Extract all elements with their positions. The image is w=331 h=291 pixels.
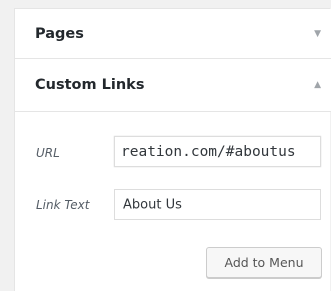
custom-links-section-title: Custom Links — [35, 77, 145, 93]
link-text-input[interactable]: About Us — [114, 189, 321, 220]
add-to-menu-button[interactable]: Add to Menu — [206, 247, 322, 278]
pages-section-title: Pages — [35, 25, 84, 42]
triangle-down-icon[interactable]: ▼ — [314, 29, 321, 39]
link-text-input-value: About Us — [123, 197, 182, 212]
triangle-up-icon[interactable]: ▲ — [314, 80, 321, 90]
menu-items-panel: Pages ▼ Custom Links ▲ URL reation.com/#… — [14, 8, 331, 291]
pages-section-header[interactable]: Pages ▼ — [15, 9, 331, 59]
custom-links-section-header[interactable]: Custom Links ▲ — [15, 59, 331, 112]
url-label: URL — [36, 146, 60, 160]
url-input[interactable]: reation.com/#aboutus — [114, 136, 321, 167]
custom-links-form: URL reation.com/#aboutus Link Text About… — [15, 112, 331, 291]
link-text-label: Link Text — [36, 198, 90, 212]
url-input-value: reation.com/#aboutus — [121, 143, 296, 160]
